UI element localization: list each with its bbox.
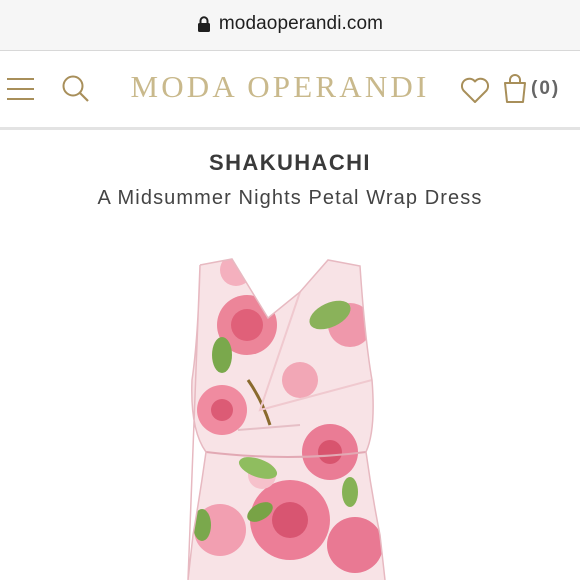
url-text: modaoperandi.com <box>218 13 384 34</box>
site-header: MODA OPERANDI (0) <box>0 51 580 130</box>
shopping-bag-button[interactable] <box>502 72 528 109</box>
hamburger-menu-icon <box>7 78 34 100</box>
menu-button[interactable] <box>6 76 36 109</box>
product-image[interactable] <box>0 230 580 580</box>
designer-name[interactable]: SHAKUHACHI <box>0 150 580 176</box>
shopping-bag-icon <box>504 74 526 103</box>
heart-icon <box>460 77 490 103</box>
bag-count[interactable]: (0) <box>531 78 560 100</box>
browser-url-bar[interactable]: modaoperandi.com <box>0 0 580 51</box>
product-name: A Midsummer Nights Petal Wrap Dress <box>97 187 483 209</box>
wishlist-button[interactable] <box>460 77 490 109</box>
url-display[interactable]: modaoperandi.com <box>197 13 383 35</box>
search-button[interactable] <box>61 74 91 109</box>
lock-icon <box>197 16 210 32</box>
brand-logo[interactable]: MODA OPERANDI <box>100 69 460 105</box>
search-icon <box>62 75 89 102</box>
